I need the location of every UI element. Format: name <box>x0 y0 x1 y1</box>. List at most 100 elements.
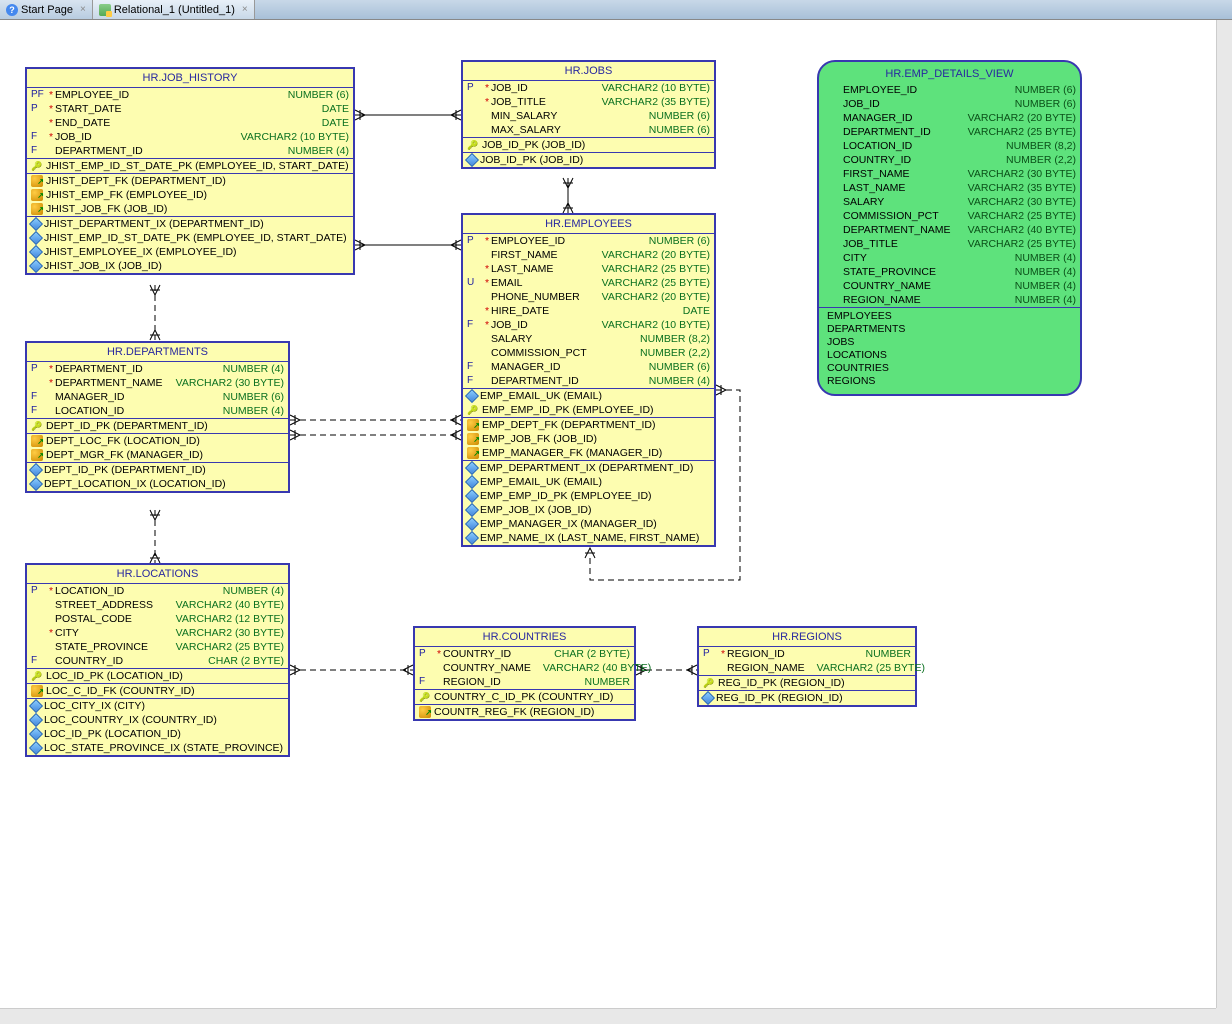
constraint-row[interactable]: EMP_MANAGER_FK (MANAGER_ID) <box>463 446 714 460</box>
column-row[interactable]: CITYNUMBER (4) <box>819 251 1080 265</box>
column-row[interactable]: REGION_NAMEVARCHAR2 (25 BYTE) <box>699 661 915 675</box>
constraint-row[interactable]: COUNTRY_C_ID_PK (COUNTRY_ID) <box>415 690 634 704</box>
column-row[interactable]: COUNTRY_NAMEVARCHAR2 (40 BYTE) <box>415 661 634 675</box>
column-row[interactable]: JOB_TITLEVARCHAR2 (25 BYTE) <box>819 237 1080 251</box>
column-row[interactable]: DEPARTMENT_IDVARCHAR2 (25 BYTE) <box>819 125 1080 139</box>
constraint-row[interactable]: DEPT_ID_PK (DEPARTMENT_ID) <box>27 463 288 477</box>
constraint-row[interactable]: JHIST_DEPT_FK (DEPARTMENT_ID) <box>27 174 353 188</box>
column-row[interactable]: U*EMAILVARCHAR2 (25 BYTE) <box>463 276 714 290</box>
constraint-row[interactable]: COUNTR_REG_FK (REGION_ID) <box>415 705 634 719</box>
constraint-row[interactable]: EMP_EMAIL_UK (EMAIL) <box>463 389 714 403</box>
constraint-row[interactable]: DEPT_MGR_FK (MANAGER_ID) <box>27 448 288 462</box>
constraint-row[interactable]: EMP_EMP_ID_PK (EMPLOYEE_ID) <box>463 489 714 503</box>
column-row[interactable]: FCOUNTRY_IDCHAR (2 BYTE) <box>27 654 288 668</box>
column-row[interactable]: *JOB_TITLEVARCHAR2 (35 BYTE) <box>463 95 714 109</box>
column-row[interactable]: STREET_ADDRESSVARCHAR2 (40 BYTE) <box>27 598 288 612</box>
constraint-row[interactable]: LOC_C_ID_FK (COUNTRY_ID) <box>27 684 288 698</box>
constraint-row[interactable]: JHIST_EMP_FK (EMPLOYEE_ID) <box>27 188 353 202</box>
column-row[interactable]: COUNTRY_IDNUMBER (2,2) <box>819 153 1080 167</box>
column-row[interactable]: REGION_NAMENUMBER (4) <box>819 293 1080 307</box>
constraint-row[interactable]: LOC_COUNTRY_IX (COUNTRY_ID) <box>27 713 288 727</box>
tab-start-page[interactable]: ? Start Page × <box>0 0 93 19</box>
tab-relational[interactable]: Relational_1 (Untitled_1) × <box>93 0 255 19</box>
column-row[interactable]: *DEPARTMENT_NAMEVARCHAR2 (30 BYTE) <box>27 376 288 390</box>
horizontal-scrollbar[interactable] <box>0 1008 1216 1024</box>
column-row[interactable]: SALARYNUMBER (8,2) <box>463 332 714 346</box>
constraint-row[interactable]: JHIST_EMP_ID_ST_DATE_PK (EMPLOYEE_ID, ST… <box>27 159 353 173</box>
column-row[interactable]: *END_DATEDATE <box>27 116 353 130</box>
constraint-row[interactable]: LOC_STATE_PROVINCE_IX (STATE_PROVINCE) <box>27 741 288 755</box>
constraint-row[interactable]: LOC_CITY_IX (CITY) <box>27 699 288 713</box>
column-row[interactable]: COMMISSION_PCTNUMBER (2,2) <box>463 346 714 360</box>
constraint-row[interactable]: LOC_ID_PK (LOCATION_ID) <box>27 669 288 683</box>
entity-departments[interactable]: HR.DEPARTMENTSP*DEPARTMENT_IDNUMBER (4)*… <box>25 341 290 493</box>
column-row[interactable]: P*DEPARTMENT_IDNUMBER (4) <box>27 362 288 376</box>
constraint-row[interactable]: DEPT_LOCATION_IX (LOCATION_ID) <box>27 477 288 491</box>
column-row[interactable]: JOB_IDNUMBER (6) <box>819 97 1080 111</box>
constraint-row[interactable]: DEPT_LOC_FK (LOCATION_ID) <box>27 434 288 448</box>
column-row[interactable]: MANAGER_IDVARCHAR2 (20 BYTE) <box>819 111 1080 125</box>
column-row[interactable]: P*COUNTRY_IDCHAR (2 BYTE) <box>415 647 634 661</box>
constraint-row[interactable]: JOB_ID_PK (JOB_ID) <box>463 153 714 167</box>
column-row[interactable]: *CITYVARCHAR2 (30 BYTE) <box>27 626 288 640</box>
diagram-canvas[interactable]: HR.JOB_HISTORYPF*EMPLOYEE_IDNUMBER (6)P*… <box>0 20 1216 1008</box>
entity-countries[interactable]: HR.COUNTRIESP*COUNTRY_IDCHAR (2 BYTE)COU… <box>413 626 636 721</box>
column-row[interactable]: DEPARTMENT_NAMEVARCHAR2 (40 BYTE) <box>819 223 1080 237</box>
constraint-row[interactable]: DEPT_ID_PK (DEPARTMENT_ID) <box>27 419 288 433</box>
constraint-row[interactable]: JHIST_JOB_FK (JOB_ID) <box>27 202 353 216</box>
column-row[interactable]: MAX_SALARYNUMBER (6) <box>463 123 714 137</box>
column-row[interactable]: LOCATION_IDNUMBER (8,2) <box>819 139 1080 153</box>
entity-jobs[interactable]: HR.JOBSP*JOB_IDVARCHAR2 (10 BYTE)*JOB_TI… <box>461 60 716 169</box>
column-row[interactable]: SALARYVARCHAR2 (30 BYTE) <box>819 195 1080 209</box>
entity-job-history[interactable]: HR.JOB_HISTORYPF*EMPLOYEE_IDNUMBER (6)P*… <box>25 67 355 275</box>
constraint-row[interactable]: REG_ID_PK (REGION_ID) <box>699 676 915 690</box>
column-row[interactable]: LAST_NAMEVARCHAR2 (35 BYTE) <box>819 181 1080 195</box>
column-row[interactable]: COMMISSION_PCTVARCHAR2 (25 BYTE) <box>819 209 1080 223</box>
column-row[interactable]: EMPLOYEE_IDNUMBER (6) <box>819 83 1080 97</box>
column-row[interactable]: POSTAL_CODEVARCHAR2 (12 BYTE) <box>27 612 288 626</box>
column-row[interactable]: F*JOB_IDVARCHAR2 (10 BYTE) <box>463 318 714 332</box>
vertical-scrollbar[interactable] <box>1216 20 1232 1008</box>
column-row[interactable]: FREGION_IDNUMBER <box>415 675 634 689</box>
column-row[interactable]: P*LOCATION_IDNUMBER (4) <box>27 584 288 598</box>
constraint-row[interactable]: EMP_NAME_IX (LAST_NAME, FIRST_NAME) <box>463 531 714 545</box>
column-row[interactable]: PF*EMPLOYEE_IDNUMBER (6) <box>27 88 353 102</box>
close-icon[interactable]: × <box>80 4 86 15</box>
column-row[interactable]: FMANAGER_IDNUMBER (6) <box>463 360 714 374</box>
column-row[interactable]: *LAST_NAMEVARCHAR2 (25 BYTE) <box>463 262 714 276</box>
constraint-row[interactable]: LOC_ID_PK (LOCATION_ID) <box>27 727 288 741</box>
column-row[interactable]: P*START_DATEDATE <box>27 102 353 116</box>
column-row[interactable]: P*JOB_IDVARCHAR2 (10 BYTE) <box>463 81 714 95</box>
constraint-row[interactable]: EMP_DEPARTMENT_IX (DEPARTMENT_ID) <box>463 461 714 475</box>
entity-emp-details-view[interactable]: HR.EMP_DETAILS_VIEWEMPLOYEE_IDNUMBER (6)… <box>817 60 1082 396</box>
entity-employees[interactable]: HR.EMPLOYEESP*EMPLOYEE_IDNUMBER (6)FIRST… <box>461 213 716 547</box>
column-row[interactable]: F*JOB_IDVARCHAR2 (10 BYTE) <box>27 130 353 144</box>
constraint-row[interactable]: JOB_ID_PK (JOB_ID) <box>463 138 714 152</box>
constraint-row[interactable]: REG_ID_PK (REGION_ID) <box>699 691 915 705</box>
constraint-row[interactable]: EMP_EMAIL_UK (EMAIL) <box>463 475 714 489</box>
column-row[interactable]: FDEPARTMENT_IDNUMBER (4) <box>463 374 714 388</box>
column-row[interactable]: FDEPARTMENT_IDNUMBER (4) <box>27 144 353 158</box>
constraint-row[interactable]: JHIST_JOB_IX (JOB_ID) <box>27 259 353 273</box>
column-row[interactable]: MIN_SALARYNUMBER (6) <box>463 109 714 123</box>
entity-regions[interactable]: HR.REGIONSP*REGION_IDNUMBERREGION_NAMEVA… <box>697 626 917 707</box>
constraint-row[interactable]: EMP_JOB_IX (JOB_ID) <box>463 503 714 517</box>
column-row[interactable]: *HIRE_DATEDATE <box>463 304 714 318</box>
column-row[interactable]: COUNTRY_NAMENUMBER (4) <box>819 279 1080 293</box>
column-row[interactable]: FIRST_NAMEVARCHAR2 (30 BYTE) <box>819 167 1080 181</box>
constraint-row[interactable]: JHIST_DEPARTMENT_IX (DEPARTMENT_ID) <box>27 217 353 231</box>
constraint-row[interactable]: EMP_DEPT_FK (DEPARTMENT_ID) <box>463 418 714 432</box>
close-icon[interactable]: × <box>242 4 248 15</box>
column-row[interactable]: FLOCATION_IDNUMBER (4) <box>27 404 288 418</box>
constraint-row[interactable]: EMP_JOB_FK (JOB_ID) <box>463 432 714 446</box>
column-row[interactable]: P*REGION_IDNUMBER <box>699 647 915 661</box>
column-row[interactable]: FMANAGER_IDNUMBER (6) <box>27 390 288 404</box>
constraint-row[interactable]: EMP_MANAGER_IX (MANAGER_ID) <box>463 517 714 531</box>
entity-locations[interactable]: HR.LOCATIONSP*LOCATION_IDNUMBER (4)STREE… <box>25 563 290 757</box>
constraint-row[interactable]: JHIST_EMPLOYEE_IX (EMPLOYEE_ID) <box>27 245 353 259</box>
column-row[interactable]: STATE_PROVINCEVARCHAR2 (25 BYTE) <box>27 640 288 654</box>
constraint-row[interactable]: JHIST_EMP_ID_ST_DATE_PK (EMPLOYEE_ID, ST… <box>27 231 353 245</box>
column-row[interactable]: PHONE_NUMBERVARCHAR2 (20 BYTE) <box>463 290 714 304</box>
column-row[interactable]: STATE_PROVINCENUMBER (4) <box>819 265 1080 279</box>
column-row[interactable]: P*EMPLOYEE_IDNUMBER (6) <box>463 234 714 248</box>
